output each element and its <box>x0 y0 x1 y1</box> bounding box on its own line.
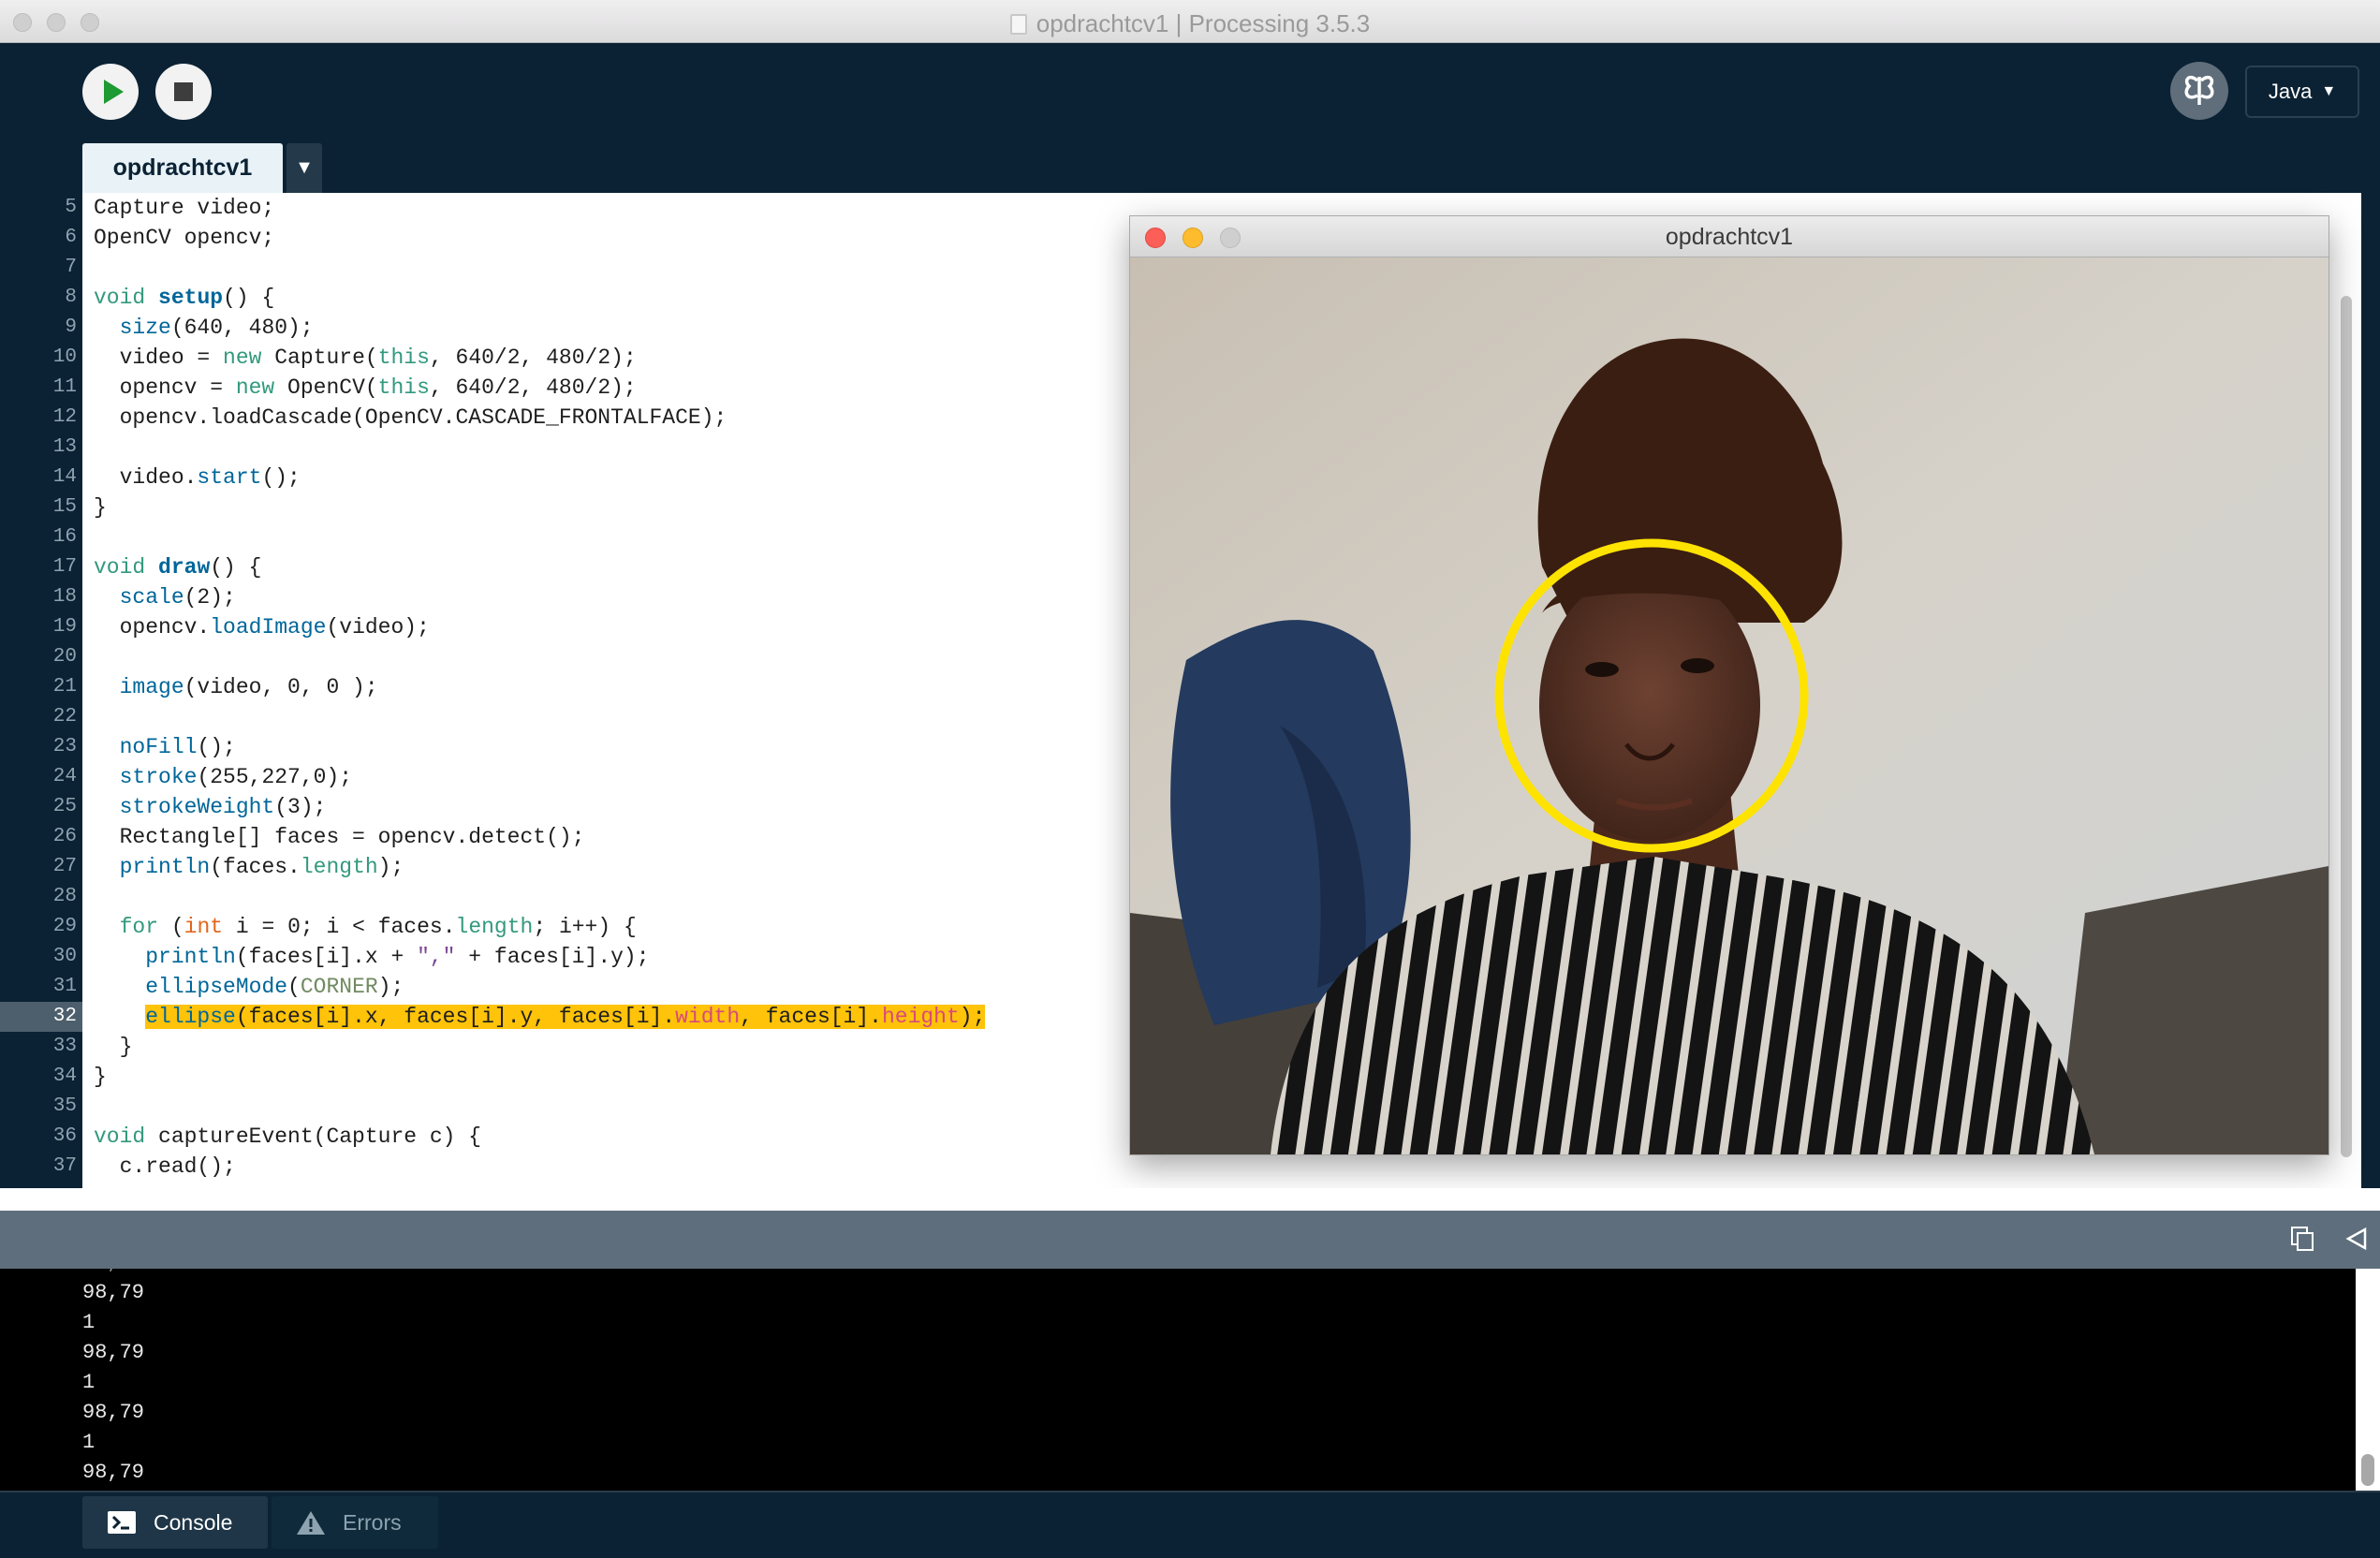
line-number: 20 <box>52 646 77 668</box>
console-line-partial: 98,79 <box>0 1269 2356 1278</box>
line-number: 17 <box>52 556 77 578</box>
line-number: 14 <box>52 466 77 488</box>
line-number: 16 <box>52 526 77 548</box>
play-icon <box>104 80 124 104</box>
toolbar: Java ▼ <box>0 43 2380 193</box>
line-number: 28 <box>52 886 77 907</box>
line-number: 15 <box>52 496 77 518</box>
sketch-title: opdrachtcv1 <box>1665 224 1794 250</box>
line-number: 24 <box>52 766 77 787</box>
console-output: 98,79 98,79 1 98,79 1 98,79 1 98,79 <box>0 1269 2356 1491</box>
sketch-window: opdrachtcv1 <box>1129 215 2329 1155</box>
footer-bar: Console Errors <box>0 1491 2380 1558</box>
dropdown-arrow-icon: ▼ <box>2321 83 2337 99</box>
sketch-titlebar: opdrachtcv1 <box>1130 216 2329 257</box>
line-number: 22 <box>52 706 77 728</box>
line-number: 29 <box>52 916 77 937</box>
errors-tab[interactable]: Errors <box>272 1496 438 1549</box>
code-line[interactable]: c.read(); <box>82 1152 2359 1182</box>
copy-icon[interactable] <box>2290 1226 2314 1252</box>
line-number: 8 <box>65 287 77 308</box>
line-number: 36 <box>52 1125 77 1147</box>
line-number: 13 <box>52 436 77 458</box>
line-number: 32 <box>0 1002 82 1032</box>
console-scrollbar[interactable] <box>2356 1269 2380 1491</box>
stop-button[interactable] <box>155 64 212 120</box>
line-number: 26 <box>52 826 77 847</box>
line-number: 23 <box>52 736 77 757</box>
line-number: 34 <box>52 1066 77 1087</box>
stop-icon <box>174 82 193 101</box>
line-number: 35 <box>52 1095 77 1117</box>
console-line: 1 <box>82 1311 95 1334</box>
debugger-button[interactable] <box>2170 62 2228 120</box>
run-button[interactable] <box>82 64 139 120</box>
console-header <box>0 1211 2380 1269</box>
warning-icon <box>297 1511 325 1535</box>
editor-scrollbar-thumb[interactable] <box>2341 296 2352 1157</box>
line-number: 12 <box>52 406 77 428</box>
line-number: 7 <box>65 257 77 278</box>
line-number: 33 <box>52 1036 77 1057</box>
collapse-console-icon[interactable] <box>2344 1226 2369 1252</box>
line-number: 25 <box>52 796 77 817</box>
console-line: 1 <box>82 1371 95 1394</box>
console-line: 98,79 <box>82 1341 145 1364</box>
console-line: 98,79 <box>82 1281 145 1304</box>
line-number: 11 <box>52 376 77 398</box>
line-number: 21 <box>52 676 77 698</box>
line-number: 31 <box>52 976 77 997</box>
window-titlebar: opdrachtcv1 | Processing 3.5.3 <box>0 0 2380 43</box>
line-number: 19 <box>52 616 77 638</box>
console-line: 98,79 <box>82 1401 145 1424</box>
editor-console-divider[interactable] <box>0 1188 2380 1211</box>
console-tab[interactable]: Console <box>82 1496 268 1549</box>
window-title-wrap: opdrachtcv1 | Processing 3.5.3 <box>0 9 2380 38</box>
line-number: 5 <box>65 197 77 218</box>
tab-menu-button[interactable]: ▼ <box>286 143 322 193</box>
line-number: 9 <box>65 316 77 338</box>
webcam-canvas <box>1130 257 2329 1154</box>
line-number: 10 <box>52 346 77 368</box>
errors-tab-label: Errors <box>343 1509 402 1535</box>
line-number-gutter: 5 6 7 8 9 10 11 12 13 14 15 16 17 18 19 20 21 22 23 24 25 26 2… <box>0 193 82 1188</box>
console-line: 1 <box>82 1431 95 1454</box>
window-title: opdrachtcv1 | Processing 3.5.3 <box>1036 9 1371 37</box>
dropdown-arrow-icon: ▼ <box>295 157 314 178</box>
line-number: 6 <box>65 227 77 248</box>
console-line: 98,79 <box>82 1461 145 1484</box>
line-number: 30 <box>52 946 77 967</box>
line-number: 37 <box>52 1155 77 1177</box>
line-number: 18 <box>52 586 77 608</box>
console-tab-label: Console <box>154 1509 233 1535</box>
editor-scrollbar[interactable] <box>2331 193 2361 1188</box>
console-scrollbar-thumb[interactable] <box>2361 1454 2374 1486</box>
line-number: 27 <box>52 856 77 877</box>
document-icon <box>1009 14 1027 35</box>
mode-label: Java <box>2268 80 2313 103</box>
mode-selector[interactable]: Java ▼ <box>2245 66 2359 118</box>
tab-opdrachtcv1[interactable]: opdrachtcv1 <box>82 143 283 193</box>
terminal-icon <box>108 1511 136 1534</box>
webcam-frame-image <box>1130 257 2329 1154</box>
butterfly-icon <box>2184 75 2214 105</box>
